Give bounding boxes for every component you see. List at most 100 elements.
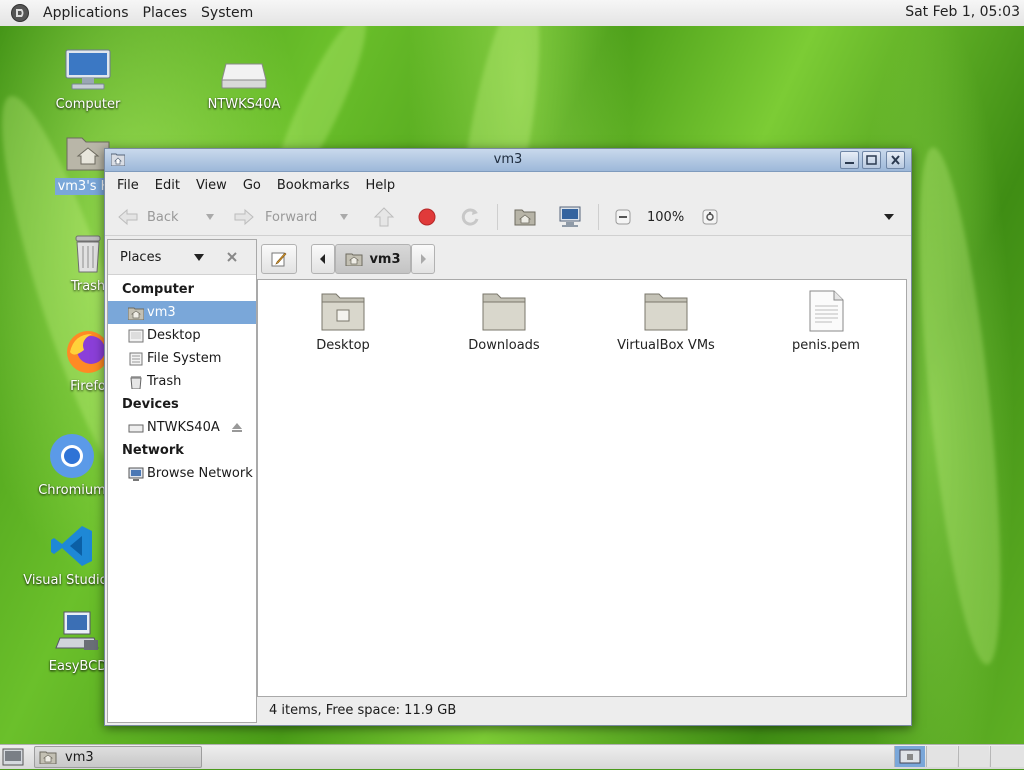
home-folder-icon [111,153,125,166]
folder-icon [482,293,526,331]
sidebar-item-label: Desktop [147,328,201,343]
home-icon[interactable] [514,207,536,227]
desktop-icon-label: Chromium [38,483,106,498]
clock[interactable]: Sat Feb 1, 05:03 [905,4,1020,20]
minimize-button[interactable] [840,151,859,169]
reload-icon[interactable] [459,206,481,228]
close-icon [891,155,900,165]
toolbar-overflow-icon[interactable] [883,213,895,221]
sidebar-item-label: Browse Network [147,466,253,481]
sidebar-dropdown-icon[interactable] [194,253,204,261]
show-desktop-icon[interactable] [2,748,24,766]
path-scroll-left-button[interactable] [311,244,335,274]
sidebar-title[interactable]: Places [120,250,194,265]
menu-go[interactable]: Go [235,178,269,193]
file-item-virtualbox-vms[interactable]: VirtualBox VMs [606,290,726,353]
desktop-folder-icon [321,293,365,331]
file-item-desktop[interactable]: Desktop [283,290,403,353]
maximize-button[interactable] [862,151,881,169]
network-icon [128,467,144,481]
sidebar-item-file-system[interactable]: File System [108,347,256,370]
toggle-location-entry-button[interactable] [261,244,297,274]
workspace-4[interactable] [990,746,1024,767]
taskbar-button-label: vm3 [65,749,94,765]
desktop-icon [128,329,144,342]
menu-bookmarks[interactable]: Bookmarks [269,178,358,193]
applications-logo-icon[interactable] [10,3,30,23]
sidebar-section-network: Network [122,443,184,458]
sidebar-header: Places [108,240,256,275]
chevron-right-icon [421,254,426,264]
sidebar-item-ntwks40a[interactable]: NTWKS40A [108,416,256,439]
menu-edit[interactable]: Edit [147,178,188,193]
path-scroll-right-button[interactable] [411,244,435,274]
close-sidebar-icon[interactable] [226,251,238,263]
toolbar-separator [598,204,599,230]
applications-menu[interactable]: Applications [36,5,136,21]
vscode-icon [48,522,96,570]
forward-history-dropdown-icon[interactable] [339,213,349,221]
computer-icon[interactable] [558,206,582,228]
sidebar-item-label: vm3 [147,305,176,320]
workspace-1[interactable] [894,746,925,767]
folder-icon [644,293,688,331]
stop-icon[interactable] [417,207,437,227]
menu-view[interactable]: View [188,178,235,193]
toolbar-separator [497,204,498,230]
top-panel: Applications Places System Sat Feb 1, 05… [0,0,1024,27]
home-folder-icon [39,751,57,764]
window-titlebar[interactable]: vm3 [105,149,911,172]
desktop-icon-computer[interactable]: Computer [43,46,133,113]
maximize-icon [866,155,877,165]
file-item-label: Downloads [468,338,540,353]
zoom-level: 100% [647,209,685,225]
desktop-icon-label: Firefo [70,379,106,394]
file-item-pem-file[interactable]: penis.pem [766,290,886,353]
zoom-out-icon[interactable] [615,209,631,225]
places-menu[interactable]: Places [136,5,195,21]
file-item-label: penis.pem [792,338,860,353]
workspace-2[interactable] [926,746,957,767]
up-icon[interactable] [373,206,395,228]
file-item-label: VirtualBox VMs [617,338,715,353]
desktop-icon-label: Computer [55,97,121,112]
back-label: Back [147,209,179,225]
computer-icon [64,46,112,94]
zoom-in-icon[interactable] [702,209,718,225]
close-button[interactable] [886,151,905,169]
workspace-window-icon [899,749,921,764]
forward-label: Forward [265,209,318,225]
filesystem-icon [129,352,143,365]
path-button-vm3[interactable]: vm3 [335,244,411,274]
sidebar-section-computer: Computer [122,282,195,297]
back-history-dropdown-icon[interactable] [205,213,215,221]
status-bar: 4 items, Free space: 11.9 GB [269,703,457,718]
sidebar-section-devices: Devices [122,397,179,412]
menu-help[interactable]: Help [357,178,403,193]
back-arrow-icon [118,208,138,226]
bottom-panel: vm3 [0,744,1024,769]
sidebar-item-browse-network[interactable]: Browse Network [108,462,256,485]
window-title: vm3 [493,152,523,167]
sidebar-item-desktop[interactable]: Desktop [108,324,256,347]
sidebar-item-vm3[interactable]: vm3 [108,301,256,324]
sidebar-item-label: NTWKS40A [147,420,220,435]
file-item-label: Desktop [316,338,370,353]
file-view[interactable]: Desktop Downloads VirtualBox VMs penis.p… [257,279,907,697]
menu-file[interactable]: File [109,178,147,193]
menubar: File Edit View Go Bookmarks Help [105,172,911,199]
sidebar-item-label: File System [147,351,222,366]
eject-icon[interactable] [231,423,243,433]
system-menu[interactable]: System [194,5,260,21]
desktop-icon-ntwks40a[interactable]: NTWKS40A [199,56,289,113]
sidebar-item-trash[interactable]: Trash [108,370,256,393]
back-button[interactable]: Back [117,207,205,227]
desktop-icon-label: EasyBCD [48,659,108,674]
minimize-icon [845,162,854,164]
workspace-3[interactable] [958,746,989,767]
location-bar: vm3 [257,239,907,279]
chromium-icon [48,432,96,480]
file-item-downloads[interactable]: Downloads [444,290,564,353]
forward-button[interactable]: Forward [233,207,339,227]
taskbar-button-vm3[interactable]: vm3 [34,746,202,768]
